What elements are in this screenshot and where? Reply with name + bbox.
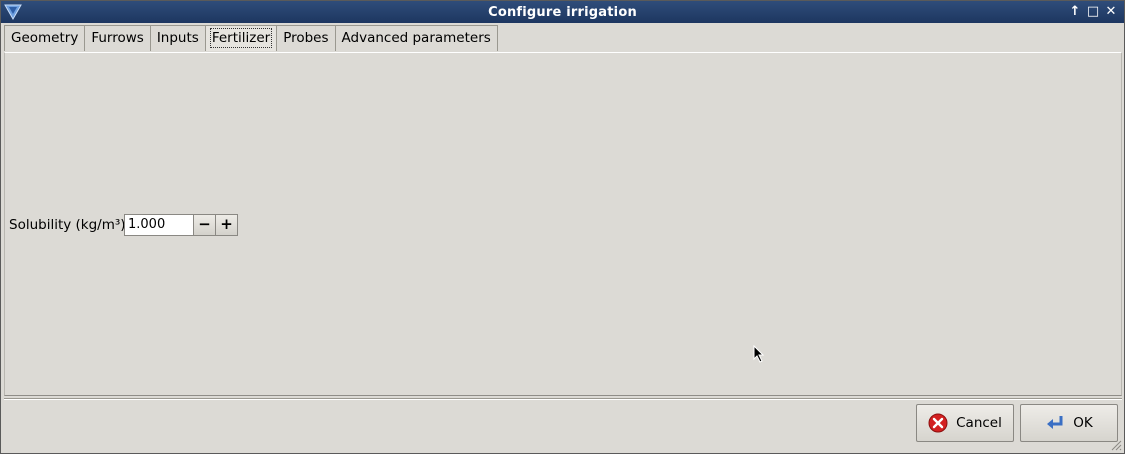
tab-label: Fertilizer bbox=[209, 28, 273, 48]
solubility-label: Solubility (kg/m³) bbox=[9, 217, 126, 233]
cancel-button[interactable]: Cancel bbox=[916, 404, 1014, 442]
window-title: Configure irrigation bbox=[488, 5, 637, 20]
tab-inputs[interactable]: Inputs bbox=[149, 25, 206, 51]
tab-label: Advanced parameters bbox=[341, 30, 491, 46]
shade-up-icon[interactable]: ↑ bbox=[1067, 4, 1083, 20]
tab-probes[interactable]: Probes bbox=[276, 25, 336, 51]
tab-label: Inputs bbox=[156, 30, 199, 46]
ok-label: OK bbox=[1073, 415, 1093, 431]
tab-label: Probes bbox=[283, 30, 329, 46]
tab-label: Furrows bbox=[91, 30, 144, 46]
button-separator bbox=[4, 398, 1122, 400]
cancel-label: Cancel bbox=[956, 415, 1002, 431]
tab-bar: Geometry Furrows Inputs Fertilizer Probe… bbox=[4, 25, 498, 52]
ok-button[interactable]: OK bbox=[1020, 404, 1118, 442]
configure-irrigation-dialog: Configure irrigation ↑ □ ✕ Geometry Furr… bbox=[0, 0, 1125, 454]
mouse-cursor-icon bbox=[753, 345, 765, 363]
close-icon[interactable]: ✕ bbox=[1103, 4, 1119, 20]
tab-fertilizer[interactable]: Fertilizer bbox=[204, 25, 278, 51]
solubility-spinbox[interactable]: 1.000 − + bbox=[124, 214, 238, 236]
increment-button[interactable]: + bbox=[215, 215, 237, 235]
tab-geometry[interactable]: Geometry bbox=[4, 25, 86, 51]
solubility-value[interactable]: 1.000 bbox=[128, 217, 165, 232]
decrement-button[interactable]: − bbox=[193, 215, 215, 235]
cancel-icon bbox=[928, 413, 948, 433]
tab-advanced-parameters[interactable]: Advanced parameters bbox=[334, 25, 498, 51]
enter-arrow-icon bbox=[1047, 416, 1063, 429]
resize-grip-icon[interactable] bbox=[1110, 439, 1122, 451]
tab-label: Geometry bbox=[11, 30, 79, 46]
title-bar[interactable]: Configure irrigation ↑ □ ✕ bbox=[1, 1, 1124, 23]
tab-furrows[interactable]: Furrows bbox=[84, 25, 151, 51]
maximize-icon[interactable]: □ bbox=[1085, 4, 1101, 20]
